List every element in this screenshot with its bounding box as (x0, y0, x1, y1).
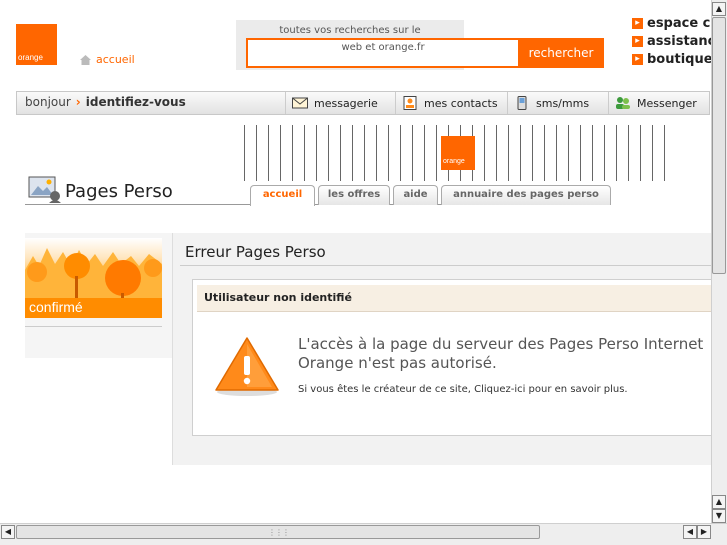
tab-label: mes contacts (424, 96, 498, 110)
scroll-down-button[interactable]: ▼ (712, 509, 726, 523)
quick-link-label: boutique (647, 51, 713, 67)
tab-mes-contacts[interactable]: mes contacts (395, 92, 507, 114)
page-title: Pages Perso (65, 181, 173, 202)
chevron-right-icon: › (75, 95, 81, 109)
scroll-up-button-bottom[interactable]: ▲ (712, 495, 726, 509)
home-label: accueil (96, 53, 135, 66)
phone-icon (517, 96, 527, 110)
home-icon (80, 54, 91, 65)
tab-label: Messenger (637, 96, 697, 110)
greeting-text: bonjour (25, 95, 71, 109)
scroll-grip-icon: ⋮⋮⋮ (268, 528, 290, 537)
pages-perso-icon (28, 176, 61, 203)
vertical-scroll-thumb[interactable] (712, 17, 726, 274)
scroll-left-button-right[interactable]: ◀ (683, 525, 697, 539)
scroll-up-button[interactable]: ▲ (712, 2, 726, 16)
banner-logo-text: orange (443, 158, 465, 165)
contacts-icon (403, 96, 417, 110)
greeting: bonjour › identifiez-vous (25, 95, 186, 109)
search-hint: toutes vos recherches sur le (279, 25, 421, 36)
arrow-right-icon: ▸ (632, 35, 643, 47)
tab-annuaire[interactable]: annuaire des pages perso (441, 185, 611, 205)
arrow-right-icon: ▸ (632, 17, 643, 29)
tab-aide[interactable]: aide (393, 185, 438, 205)
sidebar-divider (25, 326, 162, 327)
promo-label: confirmé (29, 299, 83, 315)
tab-messagerie[interactable]: messagerie (285, 92, 395, 114)
orange-logo[interactable]: orange (16, 24, 57, 65)
error-title: Erreur Pages Perso (185, 243, 326, 261)
error-title-divider (180, 265, 714, 266)
error-hint-link[interactable]: Si vous êtes le créateur de ce site, Cli… (298, 384, 628, 395)
tab-label: sms/mms (536, 96, 590, 110)
search-button[interactable]: rechercher (518, 38, 604, 68)
banner-logo: orange (441, 136, 475, 170)
error-subtitle: Utilisateur non identifié (204, 291, 352, 304)
tab-accueil[interactable]: accueil (250, 185, 315, 206)
search-input[interactable]: web et orange.fr (246, 38, 518, 68)
identify-link[interactable]: identifiez-vous (86, 95, 186, 109)
scroll-right-button[interactable]: ▶ (697, 525, 711, 539)
tab-messenger[interactable]: Messenger (608, 92, 708, 114)
home-link[interactable]: accueil (80, 53, 135, 66)
arrow-right-icon: ▸ (632, 53, 643, 65)
quick-link-label: espace cli (647, 15, 720, 31)
mail-icon (292, 97, 308, 109)
messenger-icon (616, 97, 630, 109)
error-message: L'accès à la page du serveur des Pages P… (298, 335, 704, 372)
warning-icon (215, 337, 279, 396)
logo-text: orange (18, 53, 43, 62)
tab-sms-mms[interactable]: sms/mms (507, 92, 608, 114)
tab-label: messagerie (314, 96, 378, 110)
tab-les-offres[interactable]: les offres (318, 185, 390, 205)
scroll-left-button[interactable]: ◀ (1, 525, 15, 539)
